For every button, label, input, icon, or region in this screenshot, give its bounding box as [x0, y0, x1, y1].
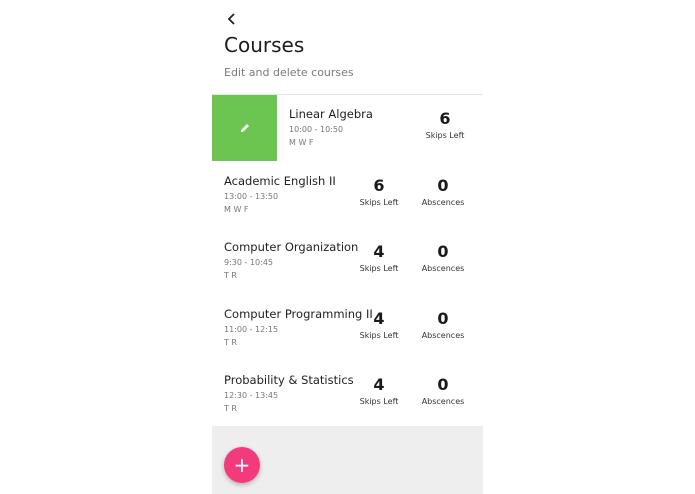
course-row-linear-algebra[interactable]: Linear Algebra 10:00 - 10:50 M W F 6 Ski… — [212, 95, 483, 162]
skips-left-stat: 4 Skips Left — [349, 242, 409, 273]
skips-left-stat: 6 Skips Left — [415, 109, 475, 140]
plus-icon: + — [233, 453, 251, 477]
absences-stat: 0 Abscences — [413, 375, 473, 406]
skips-left-stat: 4 Skips Left — [349, 309, 409, 340]
course-time: 11:00 - 12:15 — [224, 324, 279, 334]
skips-left-stat: 4 Skips Left — [349, 375, 409, 406]
skips-left-label: Skips Left — [425, 131, 465, 140]
course-days: M W F — [289, 138, 314, 147]
course-days: T R — [224, 404, 237, 413]
pencil-icon — [240, 124, 249, 132]
course-days: T R — [224, 337, 237, 347]
course-time: 9:30 - 10:45 — [224, 258, 273, 267]
back-arrow-icon[interactable] — [224, 10, 240, 28]
absences-stat: 0 Abscences — [413, 309, 473, 340]
course-time: 10:00 - 10:50 — [289, 125, 344, 134]
absences-label: Abscences — [421, 397, 465, 406]
absences-label: Abscences — [421, 330, 465, 340]
course-time: 13:00 - 13:50 — [224, 191, 279, 201]
skips-left-value: 6 — [439, 109, 451, 128]
skips-left-label: Skips Left — [359, 264, 399, 273]
edit-course-button[interactable] — [212, 95, 277, 161]
course-time: 12:30 - 13:45 — [224, 391, 279, 400]
skips-left-value: 6 — [373, 175, 385, 195]
course-row-computer-organization[interactable]: Computer Organization 9:30 - 10:45 T R 4… — [212, 228, 483, 295]
page-subtitle: Edit and delete courses — [224, 66, 354, 79]
absences-stat: 0 Abscences — [413, 242, 473, 273]
page-title: Courses — [224, 33, 305, 57]
absences-value: 0 — [437, 242, 449, 261]
skips-left-value: 4 — [373, 242, 385, 261]
skips-left-label: Skips Left — [359, 397, 399, 406]
add-course-button[interactable]: + — [224, 447, 260, 483]
course-days: T R — [224, 271, 237, 280]
course-row-probability-statistics[interactable]: Probability & Statistics 12:30 - 13:45 T… — [212, 361, 483, 428]
skips-left-value: 4 — [373, 308, 385, 328]
absences-label: Abscences — [421, 264, 465, 273]
skips-left-stat: 6 Skips Left — [349, 176, 409, 207]
course-row-academic-english-ii[interactable]: Academic English II 13:00 - 13:50 M W F … — [212, 162, 483, 229]
course-list: Linear Algebra 10:00 - 10:50 M W F 6 Ski… — [212, 95, 483, 428]
skips-left-value: 4 — [373, 375, 385, 394]
course-days: M W F — [224, 204, 249, 214]
course-name: Computer Organization — [224, 240, 359, 254]
absences-value: 0 — [437, 375, 449, 394]
course-name: Linear Algebra — [289, 107, 373, 121]
course-row-computer-programming-ii[interactable]: Computer Programming II 11:00 - 12:15 T … — [212, 295, 483, 362]
skips-left-label: Skips Left — [359, 330, 399, 340]
absences-label: Abscences — [421, 197, 465, 207]
course-name: Probability & Statistics — [224, 373, 354, 387]
absences-stat: 0 Abscences — [413, 176, 473, 207]
app-screen: Courses Edit and delete courses Linear A… — [212, 0, 483, 494]
absences-value: 0 — [437, 308, 449, 328]
course-name: Academic English II — [224, 173, 336, 188]
skips-left-label: Skips Left — [359, 197, 399, 207]
absences-value: 0 — [437, 175, 449, 195]
